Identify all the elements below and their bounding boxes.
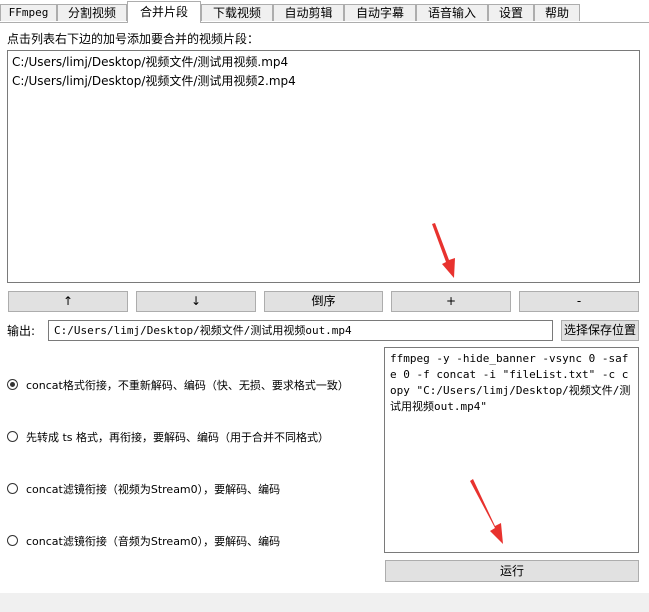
radio-selected-dot <box>10 382 15 387</box>
remove-button[interactable]: - <box>519 291 639 312</box>
tab-auto-edit[interactable]: 自动剪辑 <box>273 4 344 21</box>
status-bar <box>0 593 649 612</box>
tab-help[interactable]: 帮助 <box>534 4 580 21</box>
tab-auto-subtitle[interactable]: 自动字幕 <box>344 4 416 21</box>
list-item[interactable]: C:/Users/limj/Desktop/视频文件/测试用视频.mp4 <box>12 53 288 71</box>
tab-ffmpeg[interactable]: FFmpeg <box>0 4 57 21</box>
option-label: concat滤镜衔接（音频为Stream0），要解码、编码 <box>26 535 281 548</box>
output-path-field[interactable]: C:/Users/limj/Desktop/视频文件/测试用视频out.mp4 <box>48 320 553 341</box>
tab-settings[interactable]: 设置 <box>488 4 534 21</box>
tab-voice-input[interactable]: 语音输入 <box>416 4 488 21</box>
annotation-arrow-icon <box>470 479 503 544</box>
command-preview[interactable]: ffmpeg -y -hide_banner -vsync 0 -safe 0 … <box>384 347 639 553</box>
add-button[interactable]: + <box>391 291 511 312</box>
tab-bar: FFmpeg 分割视频 合并片段 下载视频 自动剪辑 自动字幕 语音输入 设置 … <box>0 0 649 23</box>
move-up-button[interactable]: ↑ <box>8 291 128 312</box>
option-label: 先转成 ts 格式，再衔接，要解码、编码（用于合并不同格式） <box>26 431 330 444</box>
move-down-button[interactable]: ↓ <box>136 291 256 312</box>
instruction-label: 点击列表右下边的加号添加要合并的视频片段： <box>7 32 260 46</box>
reverse-button[interactable]: 倒序 <box>264 291 383 312</box>
tab-merge-clips[interactable]: 合并片段 <box>127 1 201 23</box>
radio-button[interactable] <box>7 535 18 546</box>
choose-save-location-button[interactable]: 选择保存位置 <box>561 320 639 341</box>
run-button[interactable]: 运行 <box>385 560 639 582</box>
option-label: concat格式衔接，不重新解码、编码（快、无损、要求格式一致） <box>26 379 349 392</box>
radio-button[interactable] <box>7 379 18 390</box>
radio-button[interactable] <box>7 431 18 442</box>
tab-download-video[interactable]: 下载视频 <box>201 4 273 21</box>
option-label: concat滤镜衔接（视频为Stream0），要解码、编码 <box>26 483 281 496</box>
tab-panel-border <box>0 22 649 23</box>
file-list[interactable]: C:/Users/limj/Desktop/视频文件/测试用视频.mp4 C:/… <box>7 50 640 283</box>
radio-button[interactable] <box>7 483 18 494</box>
tab-split-video[interactable]: 分割视频 <box>57 4 127 21</box>
list-item[interactable]: C:/Users/limj/Desktop/视频文件/测试用视频2.mp4 <box>12 72 296 90</box>
output-label: 输出: <box>7 324 36 338</box>
annotation-arrow-icon <box>432 223 455 278</box>
